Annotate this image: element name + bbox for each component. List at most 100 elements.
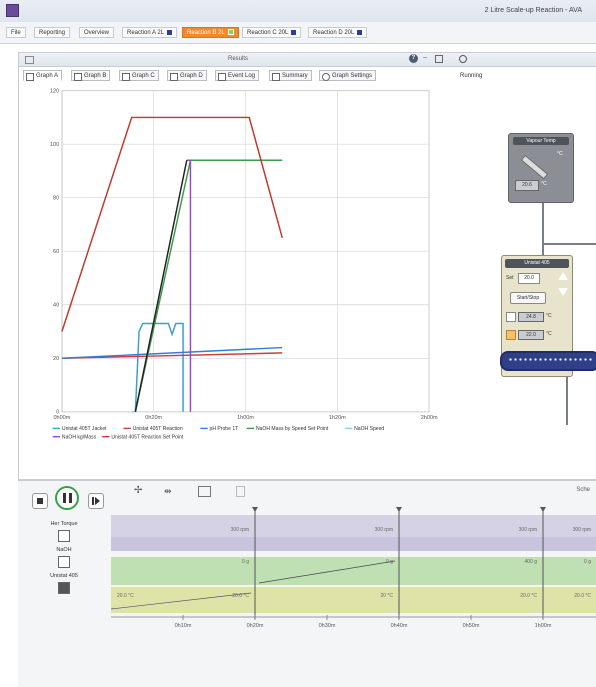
graph-icon [122, 73, 130, 81]
scheduler-panel: ✢ ⇹ Sche Her Torque NaOH Unistat 405 300… [18, 480, 596, 687]
tab-reaction-a[interactable]: Reaction A 2L [122, 27, 178, 38]
vapour-temp-card[interactable]: Vapour Temp °C 20.6 °C [508, 133, 574, 203]
legend-entry: Unistat 405T Jacket [62, 426, 107, 432]
tab-reaction-c[interactable]: Reaction C 20L [242, 27, 302, 38]
block-value-label: 400 g [524, 559, 537, 565]
coil-pattern [508, 358, 592, 361]
grid-icon[interactable] [198, 486, 211, 497]
x-tick-label: 0h00m [53, 415, 70, 421]
time-tick-label: 0h20m [247, 623, 264, 629]
split-icon[interactable]: ⇹ [164, 486, 172, 497]
vapour-temp-title: Vapour Temp [513, 137, 569, 145]
row-label-torque: Her Torque [50, 521, 78, 527]
question-icon[interactable]: ? [409, 54, 418, 63]
pipe [566, 375, 568, 425]
time-tick-label: 1h00m [535, 623, 552, 629]
pause-icon [63, 493, 66, 503]
tab-graph-settings[interactable]: Graph Settings [319, 70, 377, 81]
reaction-marker-icon [357, 29, 363, 35]
graph-icon [170, 73, 178, 81]
tab-graph-b[interactable]: Graph B [71, 70, 111, 81]
y-tick-label: 40 [53, 303, 59, 309]
y-tick-label: 100 [50, 142, 59, 148]
minimize-button[interactable]: – [423, 54, 427, 61]
tab-label: Summary [282, 73, 308, 79]
list-icon [218, 73, 226, 81]
thermometer-icon [520, 154, 549, 180]
reading-unit: °C [546, 331, 552, 337]
timeline[interactable]: 300 rpm 300 rpm 300 rpm 300 rpm 0 g 0 g 400 g 0… [111, 501, 596, 687]
x-tick-label: 1h00m [237, 415, 254, 421]
graph-icon [74, 73, 82, 81]
time-tick-label: 0h40m [391, 623, 408, 629]
thermostat-icon[interactable] [58, 582, 70, 594]
title-bar: 2 Litre Scale-up Reaction - AVA [0, 0, 596, 23]
tab-reaction-b[interactable]: Reaction B 2L [182, 27, 239, 38]
row-label-naoh: NaOH [56, 547, 72, 553]
jacket-coil [500, 351, 596, 371]
set-point-input[interactable]: 20.0 [518, 273, 540, 284]
pump-icon[interactable] [58, 556, 70, 568]
skip-bar-icon [92, 497, 94, 505]
reading-2-value: 22.0 [518, 330, 544, 340]
tab-label: Graph A [36, 73, 59, 79]
block-value-label: 20.0 °C [232, 593, 249, 599]
pause-button[interactable] [55, 486, 79, 510]
tab-label: Event Log [228, 73, 256, 79]
skip-button[interactable] [88, 493, 104, 509]
list-icon [272, 73, 280, 81]
tab-label: Graph C [132, 73, 155, 79]
reaction-temp-icon [506, 312, 516, 322]
y-tick-label: 60 [53, 249, 59, 255]
block-value-label: 20.0 °C [520, 593, 537, 599]
gear-icon [322, 73, 330, 81]
chart-grid [61, 90, 430, 413]
legend-entry: NaOH kg/Mass [62, 435, 97, 441]
vapour-unit: °C [541, 181, 547, 187]
reaction-marker-icon [291, 29, 297, 35]
legend-entry: NaOH Mass by Speed Set Point [256, 426, 329, 432]
x-tick-label: 0h20m [145, 415, 162, 421]
vapour-temp-value: 20.6 [515, 180, 539, 191]
tab-summary[interactable]: Summary [269, 70, 312, 81]
tab-reaction-d[interactable]: Reaction D 20L [308, 27, 368, 38]
tab-label: Overview [84, 30, 110, 36]
tab-graph-c[interactable]: Graph C [119, 70, 159, 81]
reading-unit: °C [546, 313, 552, 319]
y-tick-label: 20 [53, 356, 59, 362]
x-tick-label: 1h20m [329, 415, 346, 421]
tab-label: Reporting [39, 30, 66, 36]
running-header [456, 53, 596, 67]
window-title: 2 Litre Scale-up Reaction - AVA [484, 7, 582, 14]
y-tick-label: 120 [50, 89, 59, 95]
tab-label: Reaction B 2L [187, 30, 225, 36]
tab-label: Reaction D 20L [313, 30, 355, 36]
tab-graph-d[interactable]: Graph D [167, 70, 207, 81]
tab-reporting[interactable]: Reporting [34, 27, 71, 38]
block-value-label: 20.0 °C [574, 593, 591, 599]
tab-label: Reaction C 20L [247, 30, 289, 36]
stop-button[interactable] [32, 493, 48, 509]
legend-entry: Unistat 405T Reaction Set Point [111, 435, 184, 441]
ribbon-tab-bar: File Reporting Overview Reaction A 2L Re… [0, 22, 596, 44]
tab-event-log[interactable]: Event Log [215, 70, 260, 81]
tab-graph-a[interactable]: Graph A [23, 70, 63, 81]
row-label-unistat: Unistat 405 [50, 573, 78, 579]
tab-overview[interactable]: Overview [79, 27, 115, 38]
block-value-label: 300 rpm [519, 527, 537, 533]
settings-icon[interactable] [459, 55, 467, 63]
decrease-arrow-icon[interactable] [558, 288, 568, 296]
block-value-label: 0 g [584, 559, 591, 565]
block-value-label: 0 g [242, 559, 249, 565]
increase-arrow-icon[interactable] [558, 272, 568, 280]
reaction-marker-icon [227, 29, 234, 36]
stirrer-icon[interactable] [58, 530, 70, 542]
maximize-button[interactable] [435, 55, 443, 63]
tab-file[interactable]: File [6, 27, 26, 38]
block-value-label: 0 g [386, 559, 393, 565]
chart-legend: Unistat 405T Jacket Unistat 405T Reaction… [52, 426, 384, 441]
document-icon[interactable] [236, 486, 245, 497]
add-step-icon[interactable]: ✢ [134, 485, 142, 496]
graph-icon [26, 73, 34, 81]
start-stop-button[interactable]: Start/Stop [510, 292, 546, 304]
